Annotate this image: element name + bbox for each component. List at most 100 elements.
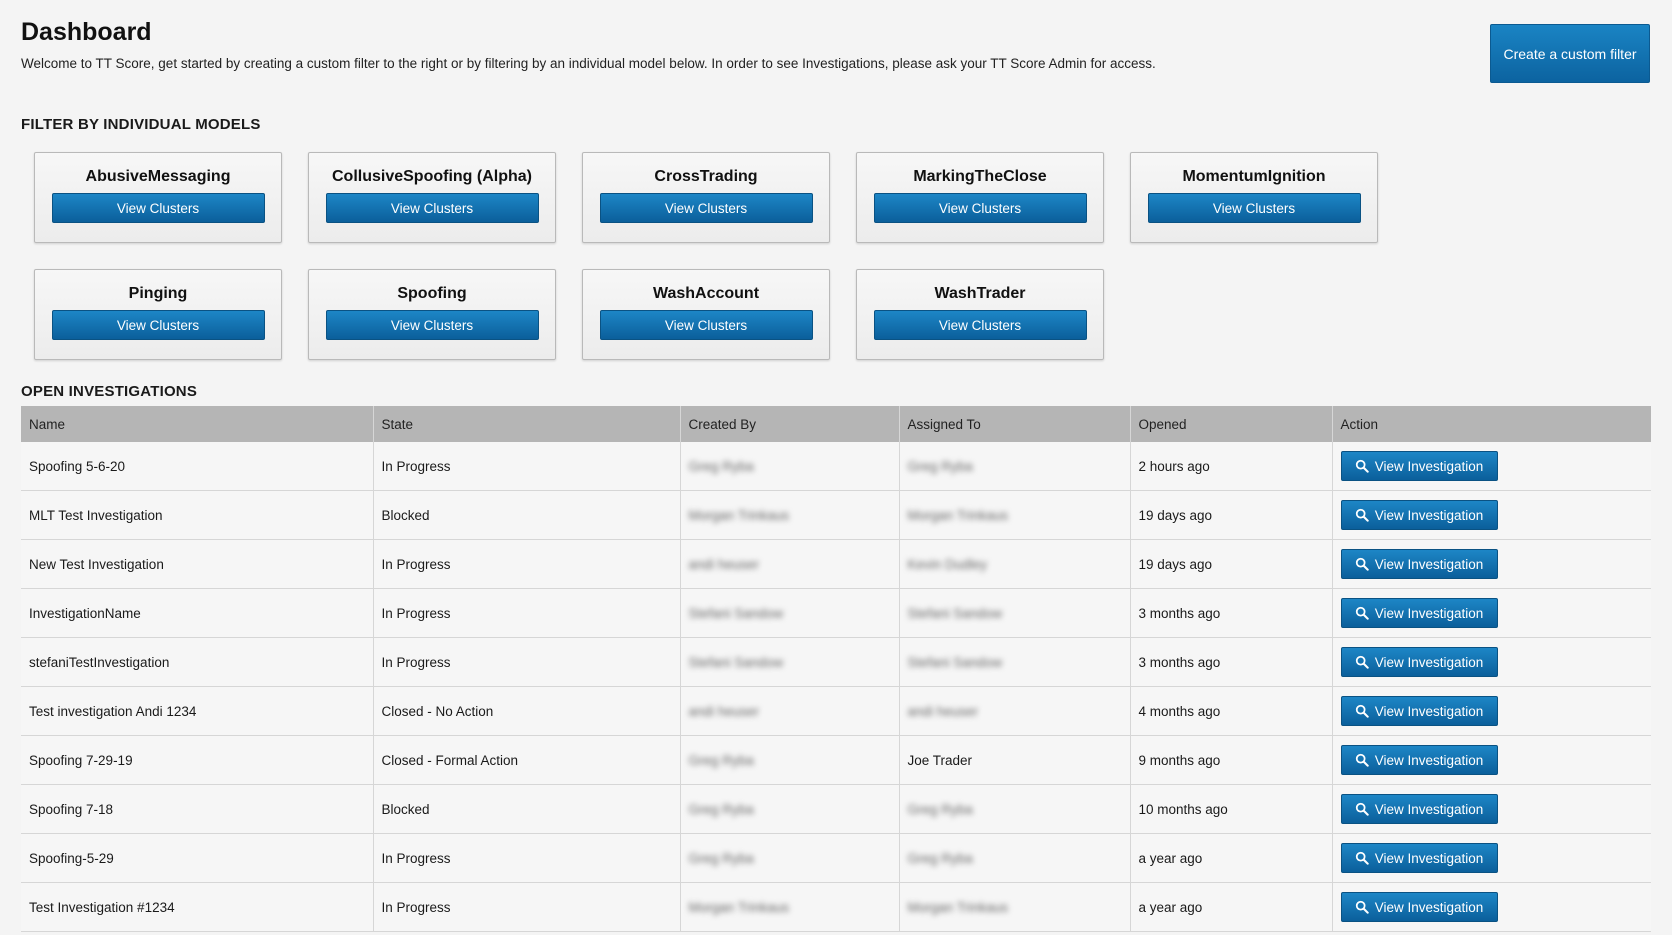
cell-state-text: In Progress [381,850,451,866]
cell-created-by: Greg Ryba [680,833,900,883]
cell-state: Blocked [373,784,681,834]
cell-name-text: MLT Test Investigation [29,507,163,523]
cell-created-by-text: andi heuser [688,556,760,572]
cell-state: In Progress [373,442,681,491]
models-section-heading: FILTER BY INDIVIDUAL MODELS [21,116,261,133]
table-header-row: Name State Created By Assigned To Opened… [21,406,1651,442]
table-row: InvestigationName In Progress Stefani Sand… [21,588,1651,638]
view-investigation-button[interactable]: View Investigation [1340,696,1498,726]
view-clusters-button[interactable]: View Clusters [325,310,539,340]
cell-assigned-to: Greg Ryba [899,833,1131,883]
magnifier-icon [1355,606,1369,620]
view-clusters-button[interactable]: View Clusters [325,193,539,223]
cell-opened: 3 months ago [1130,637,1333,687]
view-clusters-button[interactable]: View Clusters [599,193,813,223]
view-investigation-button[interactable]: View Investigation [1340,549,1498,579]
cell-assigned-to: andi heuser [899,686,1131,736]
cell-opened-text: 2 hours ago [1138,458,1210,474]
cell-assigned-to-text: Morgan Trinkaus [907,899,1009,915]
view-investigation-label: View Investigation [1374,752,1484,768]
view-clusters-button[interactable]: View Clusters [51,310,265,340]
column-header-name[interactable]: Name [21,406,374,442]
view-investigation-button[interactable]: View Investigation [1340,892,1498,922]
cell-state: Blocked [373,490,681,540]
view-clusters-button[interactable]: View Clusters [1147,193,1361,223]
cell-action: View Investigation [1332,588,1651,638]
investigations-table-body: Spoofing 5-6-20 In Progress Greg Ryba Greg … [21,442,1651,932]
model-name: CrossTrading [654,168,758,185]
model-card: CollusiveSpoofing (Alpha) View Clusters [308,152,556,243]
cell-state-text: In Progress [381,605,451,621]
table-row: Spoofing 7-29-19 Closed - Formal Action Gr… [21,735,1651,785]
magnifier-icon [1355,704,1369,718]
cell-name: Test investigation Andi 1234 [21,686,374,736]
table-row: stefaniTestInvestigation In Progress Stefa… [21,637,1651,687]
model-card: WashAccount View Clusters [582,269,830,360]
create-custom-filter-button[interactable]: Create a custom filter [1490,24,1650,83]
cell-state-text: Closed - No Action [381,703,494,719]
view-clusters-button[interactable]: View Clusters [873,310,1087,340]
view-investigation-button[interactable]: View Investigation [1340,500,1498,530]
cell-state-text: In Progress [381,458,451,474]
cell-state-text: Blocked [381,801,430,817]
table-row: Test investigation Andi 1234 Closed - No … [21,686,1651,736]
cell-opened: 4 months ago [1130,686,1333,736]
view-investigation-label: View Investigation [1374,507,1484,523]
magnifier-icon [1355,557,1369,571]
cell-state-text: In Progress [381,899,451,915]
model-card: MarkingTheClose View Clusters [856,152,1104,243]
cell-name: InvestigationName [21,588,374,638]
cell-opened: 19 days ago [1130,539,1333,589]
view-investigation-label: View Investigation [1374,605,1484,621]
cell-created-by: Greg Ryba [680,442,900,491]
model-card: CrossTrading View Clusters [582,152,830,243]
cell-opened: 9 months ago [1130,735,1333,785]
cell-assigned-to-text: Stefani Sandow [907,654,1003,670]
cell-created-by: Greg Ryba [680,735,900,785]
column-header-state[interactable]: State [373,406,681,442]
cell-name: Spoofing 7-29-19 [21,735,374,785]
view-clusters-button[interactable]: View Clusters [599,310,813,340]
column-header-assigned-to[interactable]: Assigned To [899,406,1131,442]
cell-assigned-to-text: Morgan Trinkaus [907,507,1009,523]
view-investigation-button[interactable]: View Investigation [1340,647,1498,677]
table-row: Spoofing 7-18 Blocked Greg Ryba Greg Ryba 10… [21,784,1651,834]
cell-action: View Investigation [1332,735,1651,785]
cell-name-text: New Test Investigation [29,556,164,572]
view-investigation-button[interactable]: View Investigation [1340,745,1498,775]
column-header-opened[interactable]: Opened [1130,406,1333,442]
cell-opened: a year ago [1130,833,1333,883]
model-grid: AbusiveMessaging View Clusters CollusiveSp… [34,152,1394,360]
magnifier-icon [1355,753,1369,767]
cell-name-text: InvestigationName [29,605,141,621]
cell-opened: 2 hours ago [1130,442,1333,491]
view-investigation-button[interactable]: View Investigation [1340,451,1498,481]
cell-assigned-to: Kevin Dudley [899,539,1131,589]
view-investigation-button[interactable]: View Investigation [1340,843,1498,873]
page-title: Dashboard [21,18,152,46]
model-card: Spoofing View Clusters [308,269,556,360]
cell-action: View Investigation [1332,539,1651,589]
cell-assigned-to: Joe Trader [899,735,1131,785]
cell-assigned-to: Greg Ryba [899,784,1131,834]
view-clusters-button[interactable]: View Clusters [873,193,1087,223]
view-investigation-label: View Investigation [1374,556,1484,572]
cell-created-by: andi heuser [680,686,900,736]
model-name: MomentumIgnition [1182,168,1326,185]
column-header-action: Action [1332,406,1651,442]
view-investigation-button[interactable]: View Investigation [1340,598,1498,628]
cell-assigned-to-text: Kevin Dudley [907,556,988,572]
cell-name-text: Test Investigation #1234 [29,899,175,915]
cell-action: View Investigation [1332,784,1651,834]
table-row: MLT Test Investigation Blocked Morgan Trin… [21,490,1651,540]
view-investigation-label: View Investigation [1374,850,1484,866]
model-card: AbusiveMessaging View Clusters [34,152,282,243]
view-investigation-button[interactable]: View Investigation [1340,794,1498,824]
view-investigation-label: View Investigation [1374,899,1484,915]
view-clusters-button[interactable]: View Clusters [51,193,265,223]
cell-assigned-to-text: andi heuser [907,703,979,719]
cell-action: View Investigation [1332,833,1651,883]
column-header-created-by[interactable]: Created By [680,406,900,442]
cell-created-by: Stefani Sandow [680,637,900,687]
cell-created-by-text: andi heuser [688,703,760,719]
